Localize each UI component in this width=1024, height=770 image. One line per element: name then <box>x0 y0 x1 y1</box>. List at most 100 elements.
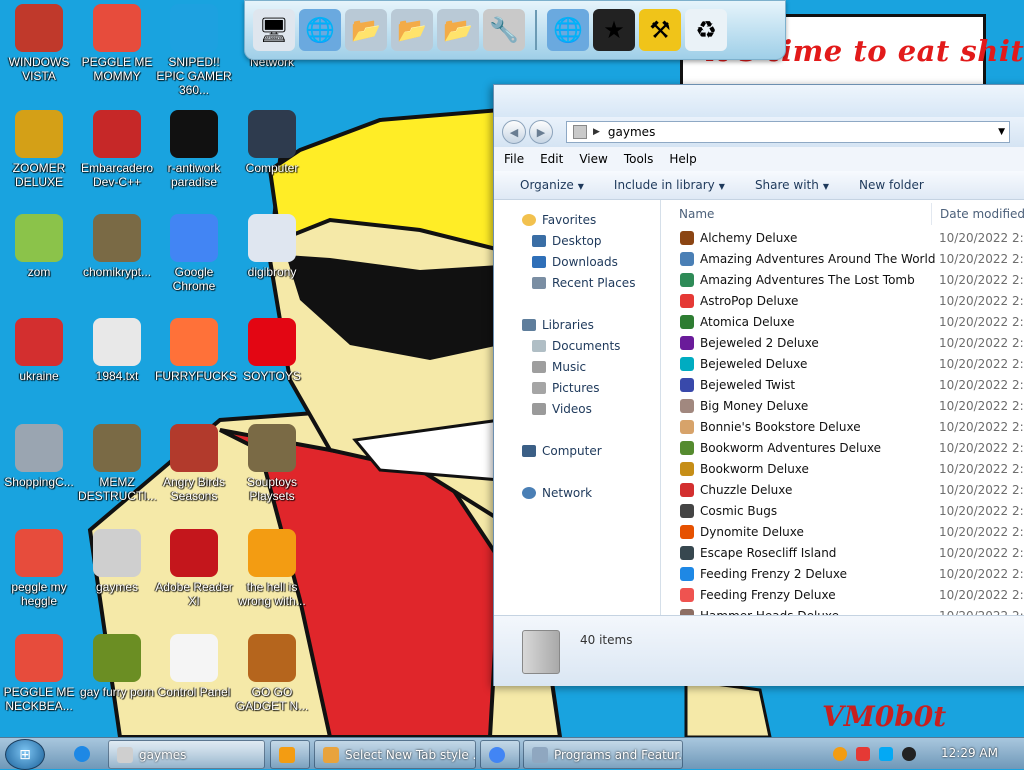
nav-documents[interactable]: Documents <box>532 339 620 353</box>
speaker-icon[interactable] <box>902 746 916 761</box>
nav-desktop[interactable]: Desktop <box>532 234 602 248</box>
tshirt-icon[interactable]: ★ <box>593 9 635 51</box>
desktop-icon-item[interactable]: Adobe Reader XI <box>155 529 233 608</box>
desktop-icon-item[interactable]: Souptoys Playsets <box>233 424 311 503</box>
taskbar-clock[interactable]: 12:29 AM <box>941 746 998 760</box>
file-row[interactable]: Bejeweled Twist 10/20/2022 2:00 <box>661 375 1024 396</box>
flag-icon[interactable] <box>856 746 870 761</box>
chevron-down-icon[interactable]: ▼ <box>998 127 1005 137</box>
nav-videos[interactable]: Videos <box>532 402 592 416</box>
folder-icon[interactable]: 📂 <box>437 9 479 51</box>
file-row[interactable]: Dynomite Deluxe 10/20/2022 2:00 <box>661 522 1024 543</box>
desktop-icon-item[interactable]: gaymes <box>78 529 156 594</box>
file-row[interactable]: Atomica Deluxe 10/20/2022 2:00 <box>661 312 1024 333</box>
start-button[interactable]: ⊞ <box>5 739 45 770</box>
nav-recent-places[interactable]: Recent Places <box>532 276 635 290</box>
folder-icon[interactable]: 📂 <box>391 9 433 51</box>
desktop-icon-item[interactable]: gay furry porn <box>78 634 156 699</box>
menu-edit[interactable]: Edit <box>540 152 563 166</box>
organize-button[interactable]: Organize ▼ <box>520 178 584 192</box>
desktop-icon-item[interactable]: MEMZ DESTRUCTI... <box>78 424 157 503</box>
taskbar-button-programs[interactable]: Programs and Featur... <box>523 740 683 769</box>
search-icon[interactable] <box>833 746 847 761</box>
menu-view[interactable]: View <box>579 152 607 166</box>
desktop-icon-item[interactable]: ukraine <box>0 318 78 383</box>
file-row[interactable]: Feeding Frenzy Deluxe 10/20/2022 2:00 <box>661 585 1024 606</box>
monitor-icon[interactable] <box>879 746 893 761</box>
nav-computer-label: Computer <box>542 444 602 458</box>
forward-button[interactable]: ▶ <box>529 120 553 144</box>
include-in-library-button[interactable]: Include in library ▼ <box>614 178 725 192</box>
nav-downloads[interactable]: Downloads <box>532 255 618 269</box>
file-row[interactable]: Big Money Deluxe 10/20/2022 2:00 <box>661 396 1024 417</box>
nav-network[interactable]: Network <box>522 486 592 500</box>
desktop-icon-item[interactable]: GO GO GADGET N... <box>233 634 311 713</box>
desktop-icon-item[interactable]: Google Chrome <box>155 214 233 293</box>
desktop-icon-item[interactable]: ShoppingC... <box>0 424 78 489</box>
desktop-icon-item[interactable]: chomikrypt... <box>78 214 156 279</box>
nav-music[interactable]: Music <box>532 360 586 374</box>
menu-tools[interactable]: Tools <box>624 152 654 166</box>
desktop-icon-item[interactable]: PEGGLE ME MOMMY <box>78 4 156 83</box>
share-with-button[interactable]: Share with ▼ <box>755 178 829 192</box>
chevron-right-icon[interactable]: ▶ <box>593 127 600 137</box>
desktop-icon-item[interactable]: SOYTOYS <box>233 318 311 383</box>
menu-help[interactable]: Help <box>669 152 696 166</box>
menu-file[interactable]: File <box>504 152 524 166</box>
desktop-icon-item[interactable]: digibrony <box>233 214 311 279</box>
desktop-icon-item[interactable]: WINDOWS VISTA <box>0 4 78 83</box>
column-date-modified[interactable]: Date modified <box>931 203 1024 225</box>
folder-icon[interactable]: 📂 <box>345 9 387 51</box>
ie-quicklaunch[interactable] <box>66 740 96 767</box>
taskbar-button-gaymes[interactable]: gaymes <box>108 740 265 769</box>
file-row[interactable]: Bookworm Deluxe 10/20/2022 2:00 <box>661 459 1024 480</box>
file-row[interactable]: Cosmic Bugs 10/20/2022 2:00 <box>661 501 1024 522</box>
taskbar-button-chrome[interactable] <box>480 740 520 769</box>
file-row[interactable]: Amazing Adventures Around The World 10/20… <box>661 249 1024 270</box>
file-row[interactable]: Alchemy Deluxe 10/20/2022 2:00 <box>661 228 1024 249</box>
nav-pictures[interactable]: Pictures <box>532 381 600 395</box>
desktop-icon-item[interactable]: zom <box>0 214 78 279</box>
new-folder-button[interactable]: New folder <box>859 178 924 192</box>
nav-computer[interactable]: Computer <box>522 444 602 458</box>
desktop-icon-item[interactable]: 1984.txt <box>78 318 156 383</box>
desktop-icon-item[interactable]: FURRYFUCKS <box>155 318 237 383</box>
desktop-icon-item[interactable]: Angry Birds Seasons <box>155 424 233 503</box>
taskbar-button-new-tab[interactable]: Select New Tab style ... <box>314 740 476 769</box>
desktop-icon-item[interactable]: Control Panel <box>155 634 233 699</box>
nav-libraries[interactable]: Libraries <box>522 318 594 332</box>
file-row[interactable]: Chuzzle Deluxe 10/20/2022 2:00 <box>661 480 1024 501</box>
tools-icon[interactable]: 🔧 <box>483 9 525 51</box>
taskbar-button-media[interactable] <box>270 740 310 769</box>
recycle-bin-icon[interactable]: ♻ <box>685 9 727 51</box>
desktop-icon-item[interactable]: Computer <box>233 110 311 175</box>
computer-icon[interactable]: 🖥 <box>253 9 295 51</box>
desktop-icon-item[interactable]: peggle my heggle <box>0 529 78 608</box>
back-button[interactable]: ◀ <box>502 120 526 144</box>
desktop-icon-item[interactable]: SNIPED!! EPIC GAMER 360... <box>155 4 233 97</box>
nav-favorites[interactable]: Favorites <box>522 213 596 227</box>
desktop-icon-item[interactable]: PEGGLE ME NECKBEA... <box>0 634 78 713</box>
column-name[interactable]: Name <box>679 207 714 221</box>
file-row[interactable]: Bejeweled 2 Deluxe 10/20/2022 2:00 <box>661 333 1024 354</box>
file-row[interactable]: Feeding Frenzy 2 Deluxe 10/20/2022 2:00 <box>661 564 1024 585</box>
hammer-icon[interactable]: ⚒ <box>639 9 681 51</box>
file-row[interactable]: Amazing Adventures The Lost Tomb 10/20/20… <box>661 270 1024 291</box>
address-bar[interactable]: ▶ gaymes ▼ <box>566 121 1010 143</box>
address-crumb[interactable]: gaymes <box>608 125 655 139</box>
music-icon <box>532 361 546 373</box>
file-rows: Alchemy Deluxe10/20/2022 2:00Amazing Adv… <box>661 228 1024 627</box>
file-row[interactable]: Bookworm Adventures Deluxe 10/20/2022 2:0… <box>661 438 1024 459</box>
file-row[interactable]: Bonnie's Bookstore Deluxe 10/20/2022 2:00 <box>661 417 1024 438</box>
file-row[interactable]: Escape Rosecliff Island 10/20/2022 2:00 <box>661 543 1024 564</box>
desktop-icon-item[interactable]: ZOOMER DELUXE <box>0 110 78 189</box>
desktop-icon-item[interactable]: Embarcadero Dev-C++ <box>78 110 156 189</box>
desktop-icon-item[interactable]: the hell is wrong with... <box>233 529 311 608</box>
folder-icon <box>93 529 141 577</box>
globe-icon[interactable]: 🌐 <box>547 9 589 51</box>
window-titlebar[interactable] <box>494 85 1024 117</box>
file-row[interactable]: Bejeweled Deluxe 10/20/2022 2:00 <box>661 354 1024 375</box>
globe-icon[interactable]: 🌐 <box>299 9 341 51</box>
file-row[interactable]: AstroPop Deluxe 10/20/2022 2:00 <box>661 291 1024 312</box>
desktop-icon-item[interactable]: r-antiwork paradise <box>155 110 233 189</box>
